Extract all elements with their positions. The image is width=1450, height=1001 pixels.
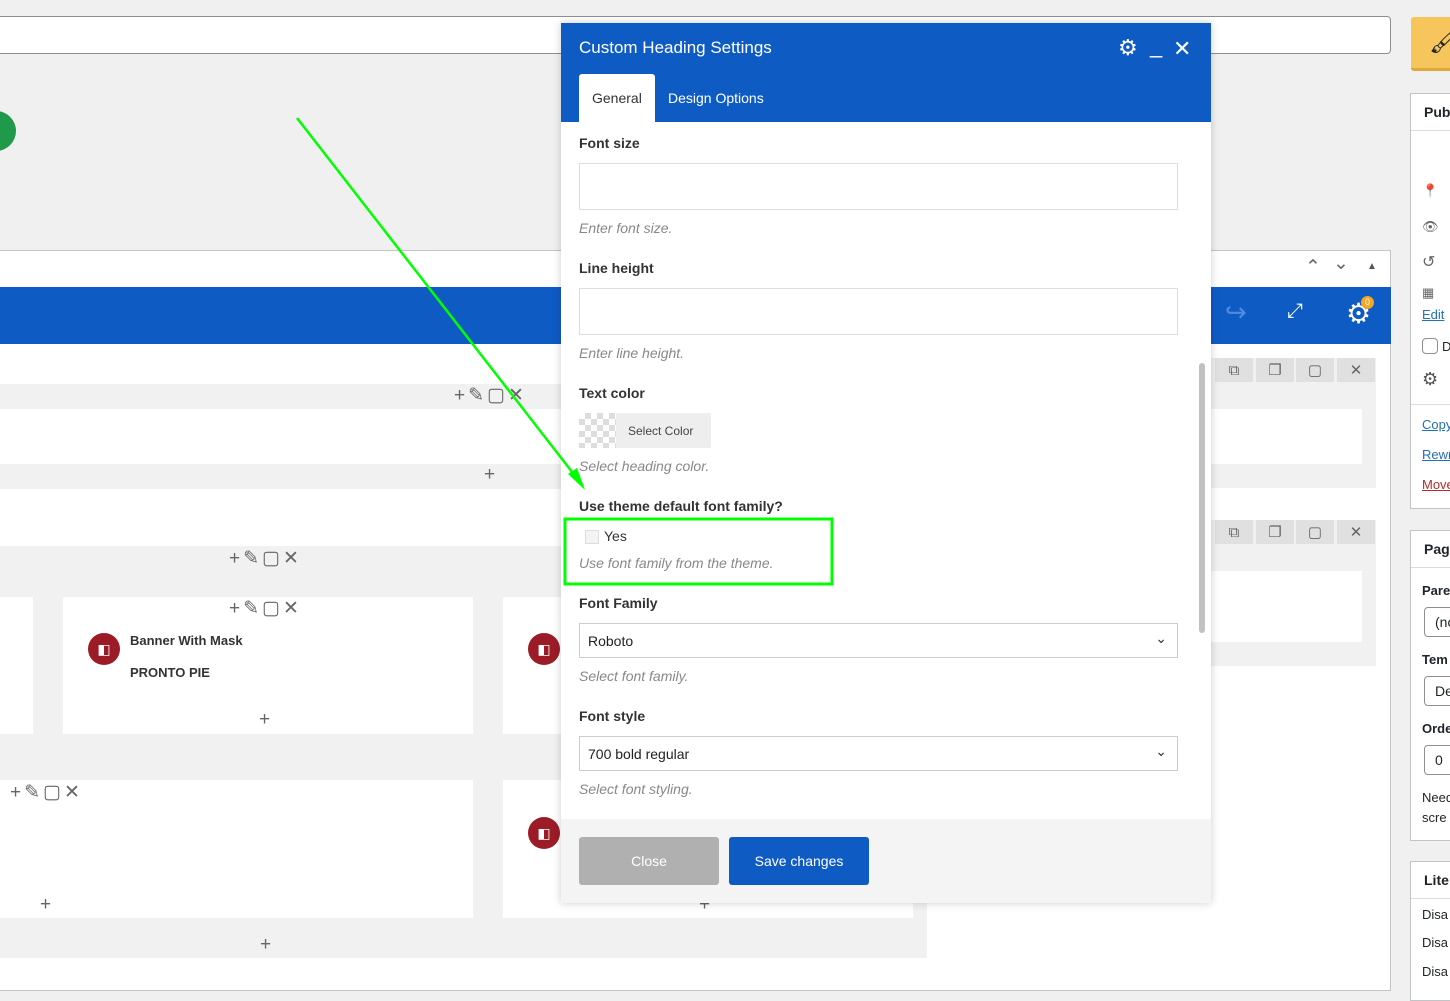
settings-modal: Custom Heading Settings ⚙ _ ✕ General De… (561, 23, 1211, 903)
section-actions-icons[interactable]: +✎▢✕ (229, 547, 302, 570)
pin-icon: 📍 (1422, 183, 1439, 198)
chevron-down-icon: ⌄ (1155, 630, 1167, 646)
copy-icon[interactable]: ❐ (1256, 520, 1294, 544)
move-up-icon[interactable]: ⌃ (1305, 256, 1324, 279)
line-height-hint: Enter line height. (579, 345, 685, 361)
modal-footer: Close Save changes (561, 819, 1211, 903)
font-style-label: Font style (579, 708, 646, 724)
line-height-label: Line height (579, 260, 654, 276)
parent-label: Pare (1422, 583, 1450, 598)
order-input[interactable]: 0 (1424, 745, 1450, 775)
status-dot (0, 111, 16, 151)
line-height-input[interactable] (579, 288, 1178, 335)
copy-draft-link[interactable]: Copy (1422, 417, 1450, 432)
clone-icon[interactable]: ⧉ (1215, 520, 1253, 544)
font-size-input[interactable] (579, 163, 1178, 210)
calendar-icon: ▦ (1422, 285, 1435, 300)
clone-icon[interactable]: ⧉ (1215, 358, 1253, 382)
font-style-select[interactable]: 700 bold regular ⌄ (579, 736, 1178, 771)
transparent-swatch (579, 413, 616, 448)
modal-header: Custom Heading Settings ⚙ _ ✕ General De… (561, 23, 1211, 122)
tab-design-options[interactable]: Design Options (655, 74, 777, 122)
text-color-hint: Select heading color. (579, 458, 710, 474)
tab-general[interactable]: General (579, 74, 655, 122)
font-size-hint: Enter font size. (579, 220, 673, 236)
settings-badge: 0 (1361, 296, 1374, 309)
theme-font-checkbox[interactable] (585, 530, 599, 544)
add-icon[interactable]: + (40, 894, 54, 916)
plugin-icon: ⚙ (1422, 369, 1439, 389)
font-style-value: 700 bold regular (588, 746, 690, 762)
checkbox[interactable] (1422, 338, 1438, 354)
chevron-down-icon: ⌄ (1155, 743, 1167, 759)
section: +✎▢✕ +✎▢✕ ◧ Banner With Mask PRONTO PIE … (0, 546, 561, 780)
select-color-button[interactable]: Select Color (579, 413, 711, 448)
banner-icon: ◧ (88, 633, 120, 665)
paste-icon[interactable]: ▢ (1296, 520, 1334, 544)
lite-item: Disa (1422, 935, 1449, 950)
builder-launch-button[interactable]: 🖌 (1411, 17, 1450, 71)
font-family-select[interactable]: Roboto ⌄ (579, 623, 1178, 658)
row-controls: +✎▢✕ (0, 384, 561, 409)
collapse-icon[interactable]: ▲ (1367, 261, 1377, 272)
modal-title: Custom Heading Settings (579, 38, 772, 57)
lite-item: Disa (1422, 964, 1449, 979)
order-label: Orde (1422, 721, 1450, 736)
element-actions-icons[interactable]: +✎▢✕ (229, 597, 302, 620)
save-changes-button[interactable]: Save changes (729, 837, 869, 885)
page-attributes-heading: Pag (1411, 531, 1450, 568)
fullscreen-icon[interactable]: ⤢ (1287, 300, 1303, 323)
scrollbar[interactable] (1199, 363, 1205, 633)
close-button[interactable]: Close (579, 837, 719, 885)
rewrite-link[interactable]: Rewr (1422, 447, 1450, 462)
banner-icon: ◧ (528, 633, 560, 665)
theme-font-hint: Use font family from the theme. (579, 555, 774, 571)
eye-icon: 👁 (1422, 219, 1439, 234)
add-icon[interactable]: + (484, 464, 498, 486)
add-row-bar: + (0, 464, 561, 489)
theme-font-label: Use theme default font family? (579, 498, 783, 514)
move-down-icon[interactable]: ⌄ (1333, 252, 1352, 275)
close-icon[interactable]: ✕ (1173, 36, 1191, 62)
checkbox-label: D (1442, 339, 1450, 354)
font-size-label: Font size (579, 135, 640, 151)
gear-icon[interactable]: ⚙ (1118, 35, 1138, 61)
element-card[interactable]: +✎▢✕ ◧ Banner With Mask PRONTO PIE + (63, 597, 473, 734)
paintbrush-icon: 🖌 (1429, 28, 1450, 55)
font-family-value: Roboto (588, 633, 634, 649)
lite-box: Lite (1410, 861, 1450, 1001)
redo-icon[interactable]: ↪ (1225, 297, 1247, 328)
help-text: Need (1422, 790, 1450, 805)
font-family-hint: Select font family. (579, 668, 689, 684)
parent-select[interactable]: (no (1424, 607, 1450, 637)
lite-item: Disa (1422, 907, 1449, 922)
text-color-label: Text color (579, 385, 645, 401)
help-text: scre (1422, 810, 1447, 825)
delete-icon[interactable]: ✕ (1337, 358, 1375, 382)
lite-heading: Lite (1411, 862, 1450, 899)
banner-icon: ◧ (528, 817, 560, 849)
edit-link[interactable]: Edit (1422, 307, 1444, 322)
copy-icon[interactable]: ❐ (1256, 358, 1294, 382)
section-actions-icons[interactable]: +✎▢✕ (10, 781, 83, 804)
add-icon[interactable]: + (260, 934, 274, 956)
font-style-hint: Select font styling. (579, 781, 693, 797)
element-subtitle: PRONTO PIE (130, 665, 210, 680)
theme-font-option: Yes (604, 528, 627, 544)
element-title: Banner With Mask (130, 633, 243, 648)
template-select[interactable]: De (1424, 676, 1450, 706)
minimize-icon[interactable]: _ (1150, 33, 1162, 59)
history-icon: ↺ (1422, 254, 1436, 271)
publish-heading: Pub (1411, 94, 1450, 131)
delete-icon[interactable]: ✕ (1337, 520, 1375, 544)
paste-icon[interactable]: ▢ (1296, 358, 1334, 382)
template-label: Tem (1422, 652, 1448, 667)
font-family-label: Font Family (579, 595, 658, 611)
add-icon[interactable]: + (259, 709, 273, 731)
row-actions-icons[interactable]: +✎▢✕ (454, 384, 527, 407)
move-trash-link[interactable]: Move (1422, 477, 1450, 492)
select-color-label: Select Color (628, 424, 694, 438)
